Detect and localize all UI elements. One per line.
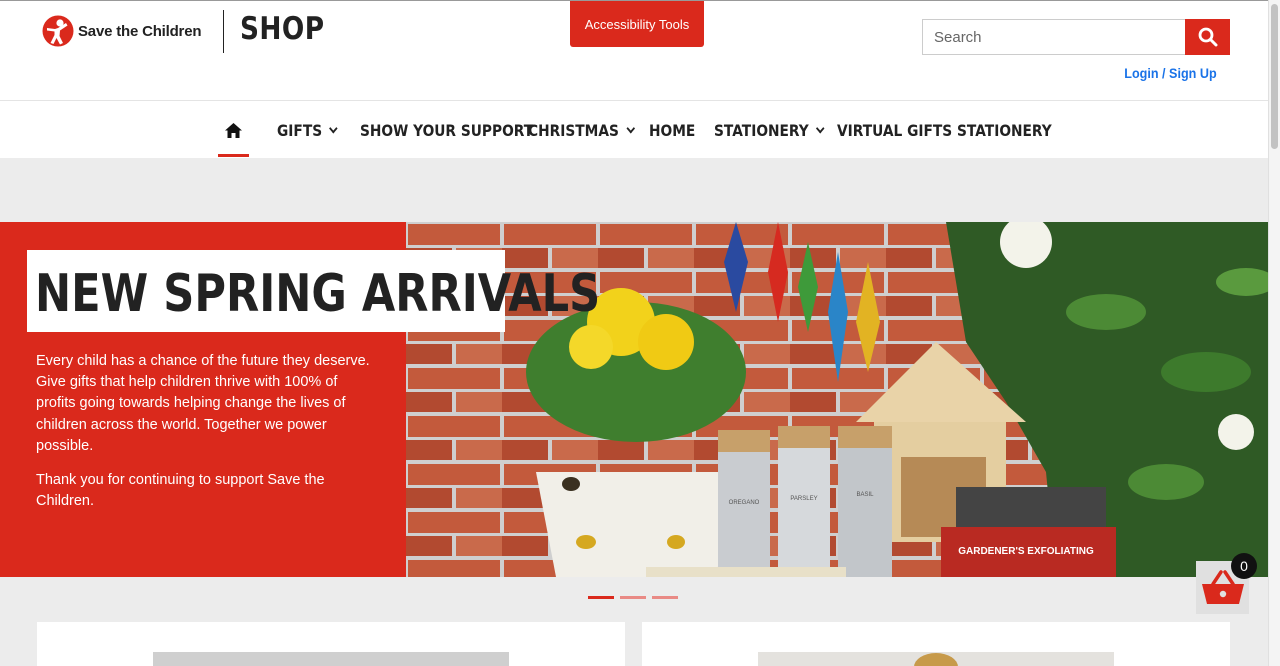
jar-label: PARSLEY <box>790 496 817 502</box>
home-icon <box>225 122 242 138</box>
nav-item-show-your-support[interactable]: SHOW YOUR SUPPORT <box>360 101 533 159</box>
nav-active-indicator <box>218 154 249 157</box>
nav-item-label: STATIONERY <box>714 120 809 140</box>
save-the-children-logo-icon <box>42 15 74 47</box>
login-signup-link[interactable]: Login / Sign Up <box>1125 65 1217 81</box>
nav-item-stationery-2[interactable]: STATIONERY <box>957 101 1052 159</box>
hero-body: Every child has a chance of the future t… <box>36 351 376 525</box>
hero-title: NEW SPRING ARRIVALS <box>35 264 601 324</box>
nav-item-gifts[interactable]: GIFTS <box>277 101 338 159</box>
search-input[interactable] <box>922 19 1185 55</box>
cart-count-badge: 0 <box>1231 553 1257 579</box>
search-button[interactable] <box>1185 19 1230 55</box>
nav-home-link[interactable] <box>218 101 249 159</box>
chevron-down-icon <box>329 123 338 133</box>
carousel-dot[interactable] <box>620 596 646 599</box>
chevron-down-icon <box>816 123 825 133</box>
card-photo <box>914 653 958 666</box>
product-card[interactable] <box>642 622 1230 666</box>
nav-item-label: SHOW YOUR SUPPORT <box>360 120 534 140</box>
site-header: Save the Children SHOP Accessibility Too… <box>0 0 1268 100</box>
hero-title-box: NEW SPRING ARRIVALS <box>27 250 600 332</box>
carousel-dot[interactable] <box>652 596 678 599</box>
product-card-image <box>758 652 1114 666</box>
carousel-indicators <box>588 596 678 599</box>
nav-item-stationery[interactable]: STATIONERY <box>714 101 825 159</box>
page-scrollbar[interactable] <box>1268 0 1280 666</box>
nav-item-virtual-gifts[interactable]: VIRTUAL GIFTS <box>837 101 952 159</box>
search-icon <box>1198 27 1217 47</box>
nav-item-label: HOME <box>649 120 696 140</box>
nav-item-christmas[interactable]: CHRISTMAS <box>528 101 635 159</box>
nav-item-label: CHRISTMAS <box>528 120 619 140</box>
product-card-image <box>153 652 509 666</box>
product-card[interactable] <box>37 622 625 666</box>
shop-title: SHOP <box>240 11 325 47</box>
logo-text: Save the Children <box>78 22 202 40</box>
jar-label: BASIL <box>856 492 874 498</box>
hero-paragraph: Every child has a chance of the future t… <box>36 353 370 454</box>
scrollbar-thumb[interactable] <box>1271 4 1278 149</box>
hero-banner[interactable]: Every child has a chance of the future t… <box>0 222 1268 577</box>
chevron-down-icon <box>626 123 635 133</box>
soap-box-label: GARDENER'S EXFOLIATING <box>958 546 1094 557</box>
nav-item-label: GIFTS <box>277 120 323 140</box>
nav-item-home[interactable]: HOME <box>649 101 695 159</box>
logo-divider <box>223 10 224 53</box>
search-form <box>922 19 1230 55</box>
accessibility-tools-button[interactable]: Accessibility Tools <box>570 1 704 47</box>
main-nav: GIFTS SHOW YOUR SUPPORT CHRISTMAS HOME S… <box>0 100 1268 158</box>
logo-link[interactable]: Save the Children <box>42 15 202 47</box>
jar-label: OREGANO <box>729 500 760 506</box>
hero-paragraph: Thank you for continuing to support Save… <box>36 472 325 510</box>
nav-item-label: STATIONERY <box>957 120 1052 140</box>
nav-item-label: VIRTUAL GIFTS <box>837 120 953 140</box>
carousel-dot[interactable] <box>588 596 614 599</box>
